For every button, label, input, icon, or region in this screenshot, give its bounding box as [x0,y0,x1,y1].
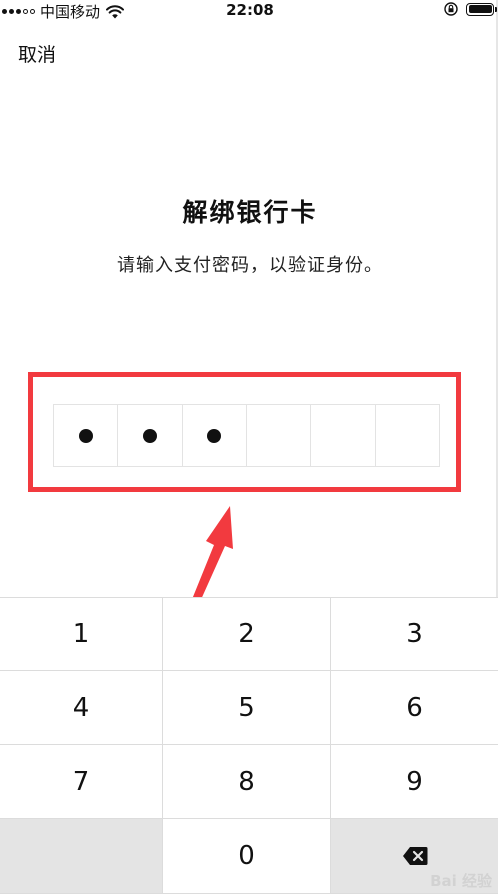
keypad-key-1[interactable]: 1 [0,598,163,671]
status-right [444,2,497,16]
cancel-button[interactable]: 取消 [18,40,56,67]
rotation-lock-icon [444,2,458,16]
pin-dot [142,428,157,443]
keypad-key-7[interactable]: 7 [0,745,163,819]
watermark: Bai 经验 [430,872,492,890]
pin-cell [376,405,439,466]
keypad-blank [0,819,163,894]
pin-cell [247,405,312,466]
keypad-key-9[interactable]: 9 [331,745,498,819]
keypad-key-6[interactable]: 6 [331,671,498,745]
keypad-key-4[interactable]: 4 [0,671,163,745]
page-title: 解绑银行卡 [182,198,318,227]
pin-dot [78,428,93,443]
pin-cell [118,405,183,466]
keypad-key-3[interactable]: 3 [331,598,498,671]
pin-cell [183,405,247,466]
keypad-key-5[interactable]: 5 [163,671,331,745]
backspace-icon [402,847,427,865]
page-subtitle: 请输入支付密码，以验证身份。 [117,255,383,276]
keypad-key-2[interactable]: 2 [163,598,331,671]
keypad-key-0[interactable]: 0 [163,819,331,894]
password-input[interactable] [53,404,440,467]
pin-cell [54,405,119,466]
number-keypad: 123 456 7890 [0,597,498,894]
clock: 22:08 [226,1,274,19]
keypad-key-8[interactable]: 8 [163,745,331,819]
status-bar: 中国移动 22:08 [0,0,500,22]
pin-cell [311,405,376,466]
pin-dot [207,428,222,443]
battery-icon [466,2,497,16]
